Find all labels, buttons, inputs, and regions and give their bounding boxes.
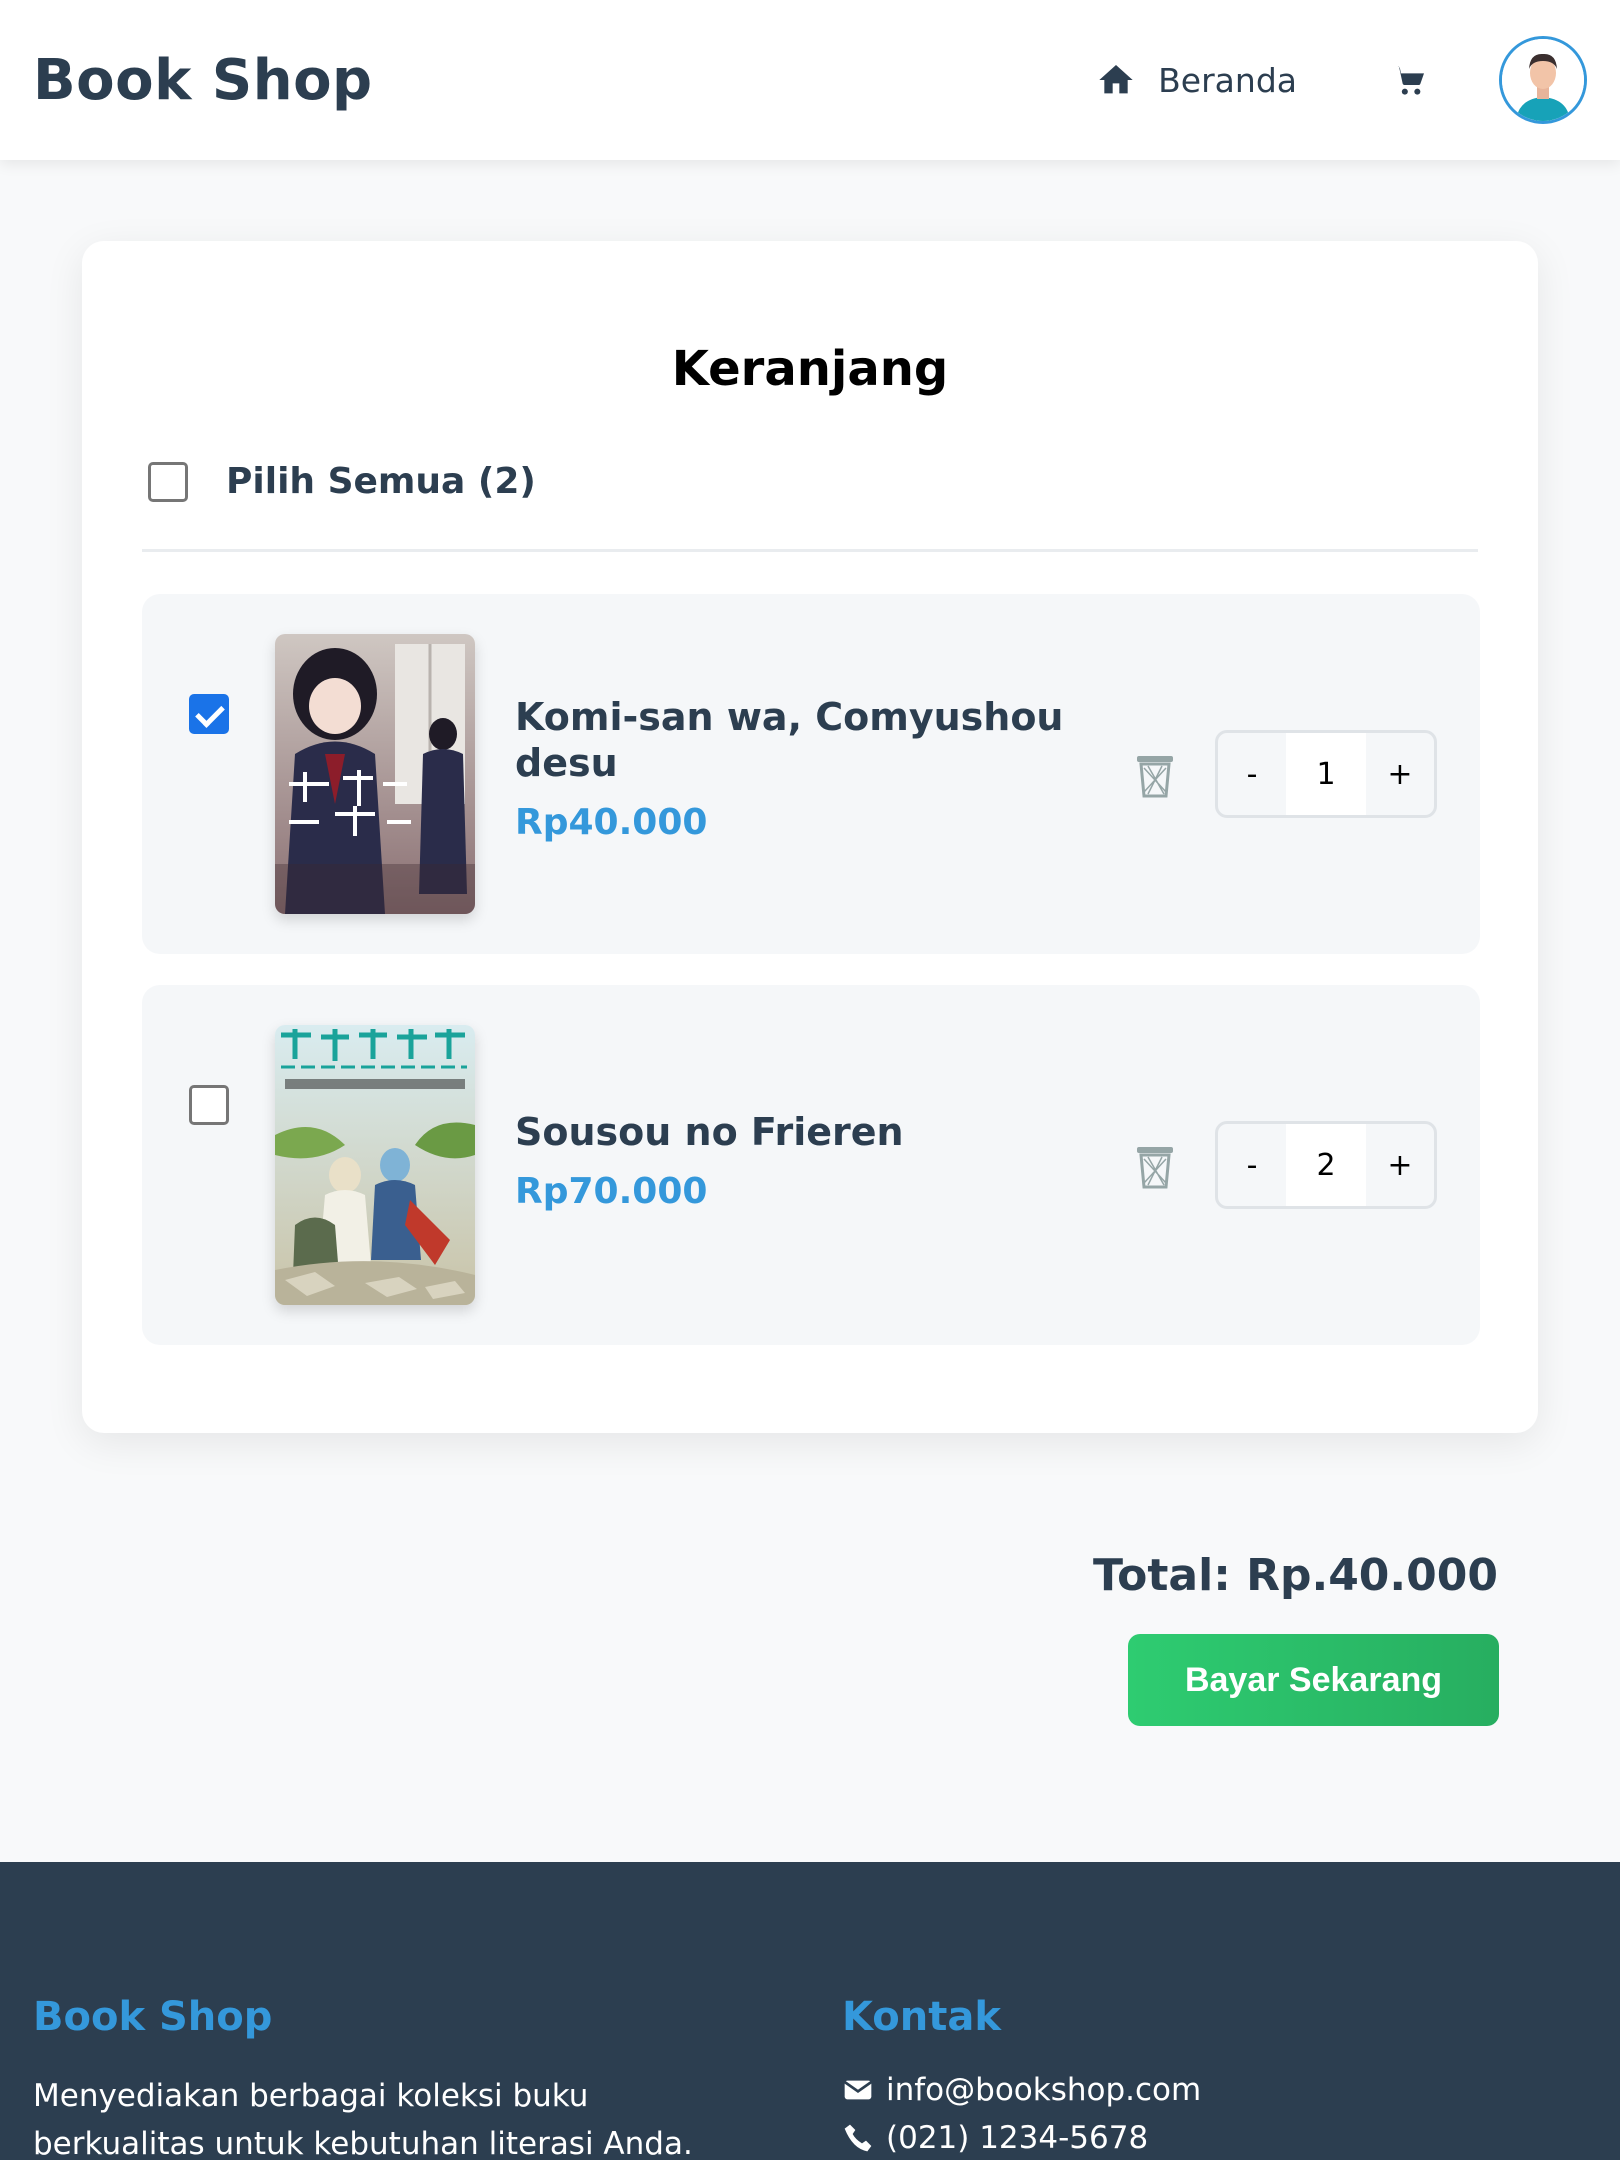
top-navbar: Book Shop Beranda (0, 0, 1620, 160)
decrease-button[interactable]: - (1218, 733, 1286, 815)
select-all-label: Pilih Semua (2) (226, 461, 536, 502)
contact-heading: Kontak (842, 1994, 1001, 2040)
increase-button[interactable]: + (1366, 733, 1434, 815)
pay-now-button[interactable]: Bayar Sekarang (1128, 1634, 1499, 1726)
contact-phone-text: (021) 1234-5678 (886, 2120, 1149, 2156)
cart-item: Komi-san wa, Comyushou desu Rp40.000 - 1… (142, 594, 1480, 954)
footer-description: Menyediakan berbagai koleksi buku berkua… (33, 2078, 693, 2160)
footer-about: Book Shop Menyediakan berbagai koleksi b… (33, 1994, 713, 2160)
contact-email[interactable]: info@bookshop.com (842, 2072, 1542, 2108)
cart-icon[interactable] (1389, 60, 1429, 100)
nav-menu: Beranda (1096, 36, 1587, 124)
item-checkbox[interactable] (189, 1085, 229, 1125)
item-info: Komi-san wa, Comyushou desu Rp40.000 (515, 694, 1115, 843)
trash-icon[interactable] (1134, 752, 1176, 798)
quantity-value[interactable]: 1 (1286, 733, 1366, 815)
select-all-checkbox[interactable] (148, 461, 188, 502)
trash-icon[interactable] (1134, 1143, 1176, 1189)
quantity-stepper: - 1 + (1215, 730, 1437, 818)
item-price: Rp70.000 (515, 1171, 708, 1212)
home-icon (1099, 65, 1133, 94)
divider (142, 549, 1478, 552)
envelope-icon (843, 2080, 873, 2100)
quantity-value[interactable]: 2 (1286, 1124, 1366, 1206)
select-all-row[interactable]: Pilih Semua (2) (148, 461, 536, 502)
brand-logo[interactable]: Book Shop (33, 48, 373, 113)
phone-icon (844, 2124, 872, 2152)
contact-phone[interactable]: (021) 1234-5678 (842, 2120, 1542, 2156)
nav-home-label: Beranda (1158, 60, 1297, 100)
footer-contact: Kontak info@bookshop.com (021) 1234-5678 (842, 1994, 1542, 2156)
footer: Book Shop Menyediakan berbagai koleksi b… (0, 1862, 1620, 2160)
nav-home-link[interactable]: Beranda (1096, 60, 1297, 100)
user-avatar[interactable] (1499, 36, 1587, 124)
avatar-icon (1502, 39, 1584, 121)
book-cover-komi (275, 634, 475, 914)
cart-total: Total: Rp.40.000 (1092, 1550, 1498, 1601)
cart-title: Keranjang (671, 341, 949, 397)
item-checkbox[interactable] (189, 694, 229, 734)
contact-email-text: info@bookshop.com (886, 2072, 1202, 2108)
book-cover-frieren (275, 1025, 475, 1305)
increase-button[interactable]: + (1366, 1124, 1434, 1206)
item-title[interactable]: Komi-san wa, Comyushou desu (515, 694, 1115, 786)
item-price: Rp40.000 (515, 802, 708, 843)
item-info: Sousou no Frieren Rp70.000 (515, 1109, 1115, 1212)
decrease-button[interactable]: - (1218, 1124, 1286, 1206)
cart-item: Sousou no Frieren Rp70.000 - 2 + (142, 985, 1480, 1345)
footer-brand: Book Shop (33, 1994, 273, 2040)
cart-panel: Keranjang Pilih Semua (2) Komi-san wa, C… (82, 241, 1538, 1433)
item-title[interactable]: Sousou no Frieren (515, 1109, 1115, 1155)
quantity-stepper: - 2 + (1215, 1121, 1437, 1209)
